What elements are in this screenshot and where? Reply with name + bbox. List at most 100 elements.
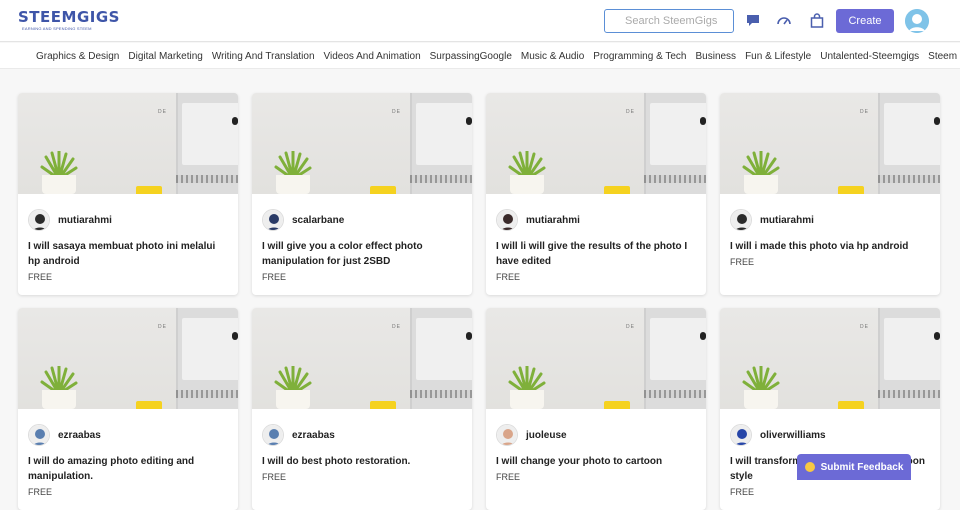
seller-avatar[interactable] bbox=[262, 424, 284, 446]
apple-logo-icon bbox=[934, 117, 940, 125]
thumbnail-brand-text: DE bbox=[860, 324, 869, 330]
seller-name[interactable]: juoleuse bbox=[526, 430, 567, 441]
category-business[interactable]: Business bbox=[695, 51, 736, 62]
seller-avatar[interactable] bbox=[28, 424, 50, 446]
yellow-cup-graphic bbox=[370, 401, 396, 409]
keyboard-graphic bbox=[176, 390, 238, 398]
seller-info[interactable]: mutiarahmi bbox=[730, 209, 814, 231]
thumbnail-brand-text: DE bbox=[626, 324, 635, 330]
gig-price: FREE bbox=[730, 487, 755, 497]
seller-avatar[interactable] bbox=[730, 209, 752, 231]
plant-pot-graphic bbox=[42, 175, 76, 194]
submit-feedback-button[interactable]: Submit Feedback bbox=[797, 454, 911, 480]
gig-card[interactable]: PIXELDE mutiarahmi I will li will give the… bbox=[486, 93, 706, 295]
gig-thumbnail[interactable]: PIXELDE bbox=[720, 93, 940, 194]
category-writing-translation[interactable]: Writing And Translation bbox=[212, 51, 315, 62]
dashboard-gauge-icon[interactable] bbox=[775, 11, 793, 29]
keyboard-graphic bbox=[176, 175, 238, 183]
gig-title[interactable]: I will sasaya membuat photo ini melalui … bbox=[28, 239, 228, 269]
gig-price: FREE bbox=[28, 272, 53, 282]
gig-price: FREE bbox=[730, 257, 755, 267]
gig-price: FREE bbox=[28, 487, 53, 497]
gig-card[interactable]: PIXELDE mutiarahmi I will i made this phot… bbox=[720, 93, 940, 295]
chat-icon[interactable] bbox=[744, 11, 762, 29]
plant-pot-graphic bbox=[744, 175, 778, 194]
seller-avatar[interactable] bbox=[730, 424, 752, 446]
yellow-cup-graphic bbox=[136, 186, 162, 194]
category-digital-marketing[interactable]: Digital Marketing bbox=[128, 51, 202, 62]
gig-title[interactable]: I will i made this photo via hp android bbox=[730, 239, 930, 254]
seller-avatar[interactable] bbox=[496, 424, 518, 446]
logo-tagline: EARNING AND SPENDING STEEM bbox=[22, 26, 92, 31]
plant-pot-graphic bbox=[510, 175, 544, 194]
apple-logo-icon bbox=[232, 117, 238, 125]
seller-name[interactable]: mutiarahmi bbox=[760, 215, 814, 226]
thumbnail-brand-text: DE bbox=[860, 109, 869, 115]
thumbnail-brand-text: DE bbox=[392, 109, 401, 115]
category-untalented-steemgigs[interactable]: Untalented-Steemgigs bbox=[820, 51, 919, 62]
seller-name[interactable]: mutiarahmi bbox=[58, 215, 112, 226]
apple-logo-icon bbox=[466, 117, 472, 125]
yellow-cup-graphic bbox=[604, 401, 630, 409]
seller-name[interactable]: ezraabas bbox=[292, 430, 335, 441]
thumbnail-brand-text: DE bbox=[158, 324, 167, 330]
seller-name[interactable]: mutiarahmi bbox=[526, 215, 580, 226]
plant-pot-graphic bbox=[276, 175, 310, 194]
gig-title[interactable]: I will do best photo restoration. bbox=[262, 454, 462, 469]
seller-name[interactable]: ezraabas bbox=[58, 430, 101, 441]
category-fun-lifestyle[interactable]: Fun & Lifestyle bbox=[745, 51, 811, 62]
logo-text: STEEMGIGS bbox=[18, 8, 120, 26]
gig-title[interactable]: I will change your photo to cartoon bbox=[496, 454, 696, 469]
seller-avatar[interactable] bbox=[262, 209, 284, 231]
thumbnail-brand-text: DE bbox=[158, 109, 167, 115]
seller-info[interactable]: scalarbane bbox=[262, 209, 344, 231]
seller-name[interactable]: scalarbane bbox=[292, 215, 344, 226]
seller-name[interactable]: oliverwilliams bbox=[760, 430, 826, 441]
gig-thumbnail[interactable]: PIXELDE bbox=[720, 308, 940, 409]
keyboard-graphic bbox=[410, 175, 472, 183]
gig-thumbnail[interactable]: PIXELDE bbox=[18, 308, 238, 409]
keyboard-graphic bbox=[410, 390, 472, 398]
category-steem-steemit[interactable]: Steem & Steemit bbox=[928, 51, 960, 62]
seller-info[interactable]: juoleuse bbox=[496, 424, 567, 446]
category-programming-tech[interactable]: Programming & Tech bbox=[593, 51, 686, 62]
plant-pot-graphic bbox=[276, 390, 310, 409]
category-surpassing-google[interactable]: SurpassingGoogle bbox=[430, 51, 512, 62]
smiley-icon bbox=[804, 462, 815, 472]
apple-logo-icon bbox=[700, 117, 706, 125]
search-input[interactable] bbox=[605, 10, 733, 32]
gig-title[interactable]: I will li will give the results of the p… bbox=[496, 239, 696, 269]
steemgigs-logo[interactable]: STEEMGIGS EARNING AND SPENDING STEEM bbox=[18, 7, 128, 33]
plant-pot-graphic bbox=[744, 390, 778, 409]
thumbnail-brand-text: DE bbox=[392, 324, 401, 330]
user-avatar[interactable] bbox=[905, 9, 929, 33]
plant-pot-graphic bbox=[510, 390, 544, 409]
gig-price: FREE bbox=[262, 472, 287, 482]
gig-thumbnail[interactable]: PIXELDE bbox=[486, 93, 706, 194]
seller-info[interactable]: oliverwilliams bbox=[730, 424, 826, 446]
shopping-bag-icon[interactable] bbox=[808, 11, 826, 29]
seller-info[interactable]: ezraabas bbox=[262, 424, 335, 446]
yellow-cup-graphic bbox=[838, 401, 864, 409]
gig-thumbnail[interactable]: PIXELDE bbox=[252, 93, 472, 194]
gig-thumbnail[interactable]: PIXELDE bbox=[486, 308, 706, 409]
category-music-audio[interactable]: Music & Audio bbox=[521, 51, 584, 62]
gig-card[interactable]: PIXELDE mutiarahmi I will sasaya membuat p… bbox=[18, 93, 238, 295]
seller-avatar[interactable] bbox=[28, 209, 50, 231]
top-navbar: STEEMGIGS EARNING AND SPENDING STEEM Cre… bbox=[0, 0, 960, 42]
category-videos-animation[interactable]: Videos And Animation bbox=[324, 51, 421, 62]
seller-info[interactable]: mutiarahmi bbox=[496, 209, 580, 231]
gig-thumbnail[interactable]: PIXELDE bbox=[252, 308, 472, 409]
gig-thumbnail[interactable]: PIXELDE bbox=[18, 93, 238, 194]
yellow-cup-graphic bbox=[604, 186, 630, 194]
category-graphics-design[interactable]: Graphics & Design bbox=[36, 51, 119, 62]
gig-card[interactable]: PIXELDE scalarbane I will give you a color… bbox=[252, 93, 472, 295]
create-button[interactable]: Create bbox=[836, 9, 894, 33]
thumbnail-brand-text: DE bbox=[626, 109, 635, 115]
seller-info[interactable]: ezraabas bbox=[28, 424, 101, 446]
gig-title[interactable]: I will give you a color effect photo man… bbox=[262, 239, 462, 269]
search-box[interactable] bbox=[604, 9, 734, 33]
keyboard-graphic bbox=[644, 390, 706, 398]
seller-avatar[interactable] bbox=[496, 209, 518, 231]
seller-info[interactable]: mutiarahmi bbox=[28, 209, 112, 231]
